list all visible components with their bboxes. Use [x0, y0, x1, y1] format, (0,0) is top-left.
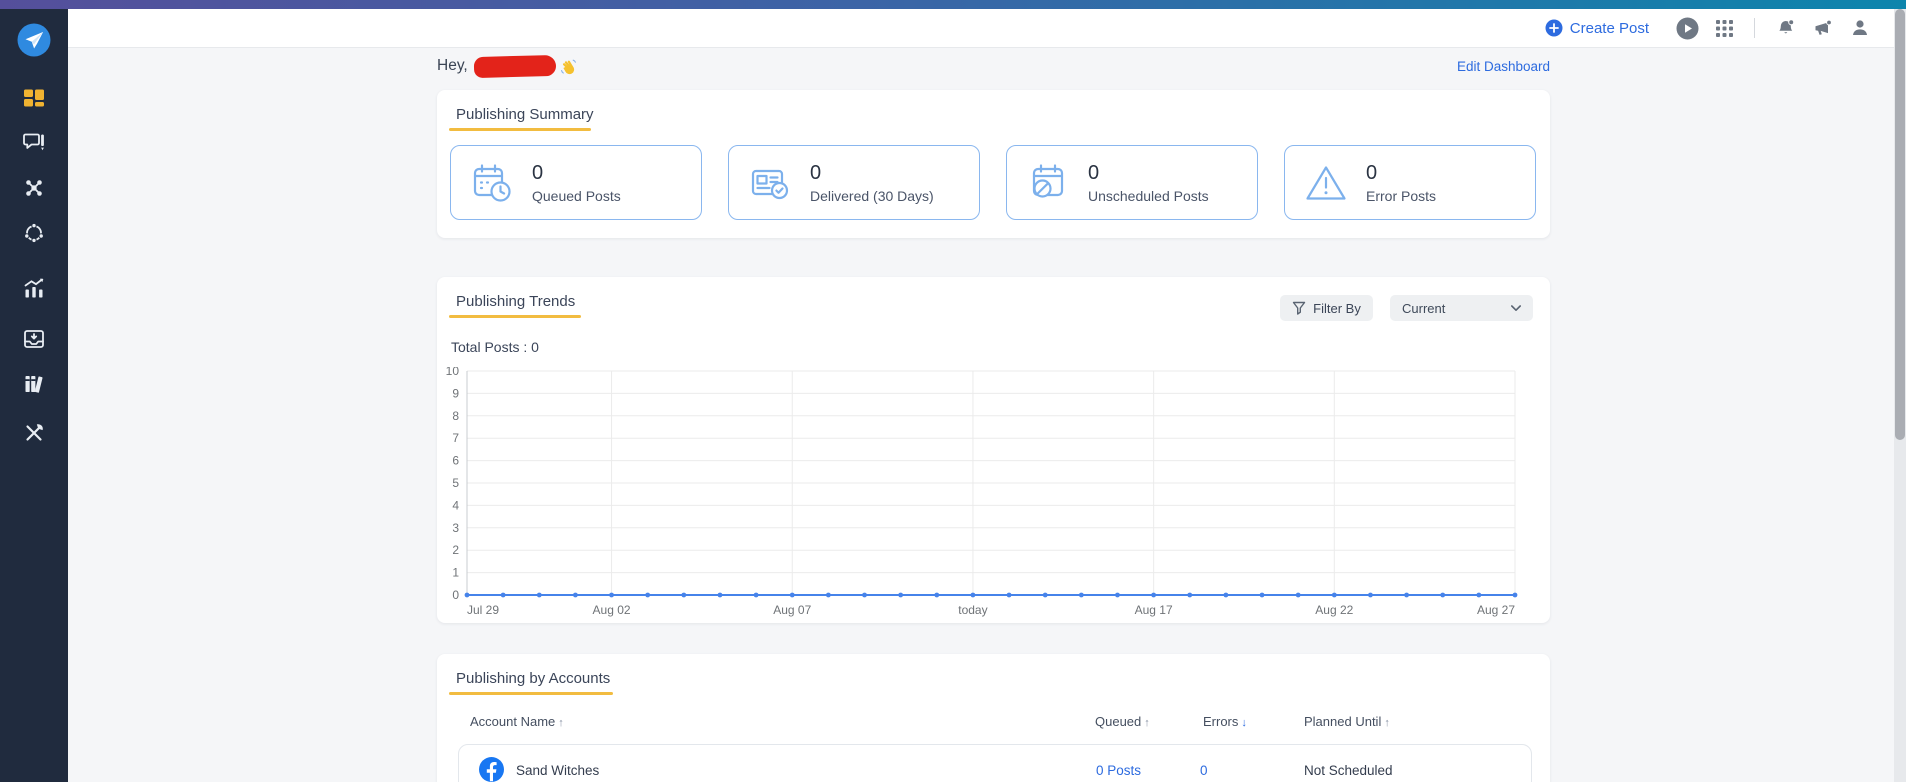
publishing-trends-title: Publishing Trends	[456, 293, 575, 310]
dashboard-grid-icon[interactable]	[17, 81, 51, 115]
svg-text:Aug 22: Aug 22	[1315, 603, 1353, 617]
publishing-summary-card: Publishing Summary 0 Queued Posts 0 Deli…	[437, 90, 1550, 238]
period-value: Current	[1402, 301, 1445, 316]
inbox-icon[interactable]	[17, 322, 51, 356]
account-table-row: Sand Witches 0 Posts 0 Not Scheduled	[458, 744, 1532, 782]
app-header: Create Post	[68, 9, 1906, 48]
sort-asc-icon: ↑	[1144, 717, 1150, 729]
svg-text:5: 5	[452, 476, 459, 490]
trends-line-chart: 0 1 2 3 4 5 6 7 8 9 10 Jul 29 Aug 02 Aug 07 today Aug 1…	[437, 367, 1550, 623]
summary-stat-card[interactable]: 0 Unscheduled Posts	[1006, 145, 1258, 220]
warning-triangle-icon	[1304, 161, 1348, 205]
tools-icon[interactable]	[17, 416, 51, 450]
stat-value: 0	[810, 162, 934, 184]
svg-text:0: 0	[452, 588, 459, 602]
column-header-errors[interactable]: Errors↓	[1203, 714, 1247, 729]
create-post-label: Create Post	[1570, 20, 1649, 37]
title-underline	[449, 128, 591, 131]
total-posts-label: Total Posts : 0	[451, 339, 539, 355]
stat-value: 0	[1366, 162, 1436, 184]
svg-text:Aug 02: Aug 02	[593, 603, 631, 617]
sidebar	[0, 9, 68, 782]
svg-text:Aug 17: Aug 17	[1135, 603, 1173, 617]
title-underline	[449, 315, 581, 318]
planned-until-value: Not Scheduled	[1304, 763, 1393, 778]
stat-label: Unscheduled Posts	[1088, 188, 1209, 204]
sort-asc-icon: ↑	[1384, 717, 1390, 729]
accounts-rows: Sand Witches 0 Posts 0 Not Scheduled	[458, 744, 1532, 782]
summary-stat-card[interactable]: 0 Queued Posts	[450, 145, 702, 220]
greeting-text: Hey,	[437, 57, 468, 75]
bell-icon[interactable]	[1776, 18, 1796, 38]
greeting-row: Hey, Edit Dashboard	[437, 53, 1550, 79]
publishing-summary-title: Publishing Summary	[456, 106, 594, 123]
top-gradient-bar	[0, 0, 1906, 9]
column-header-account-name[interactable]: Account Name↑	[470, 714, 564, 729]
sort-desc-icon: ↓	[1241, 717, 1247, 729]
main-content: Hey, Edit Dashboard Publishing Summary 0…	[68, 48, 1894, 782]
stat-value: 0	[1088, 162, 1209, 184]
summary-stat-card[interactable]: 0 Delivered (30 Days)	[728, 145, 980, 220]
create-post-button[interactable]: Create Post	[1545, 19, 1649, 37]
svg-text:Jul 29: Jul 29	[467, 603, 499, 617]
svg-text:today: today	[958, 603, 987, 617]
errors-link[interactable]: 0	[1200, 763, 1208, 778]
svg-text:6: 6	[452, 454, 459, 468]
stat-value: 0	[532, 162, 621, 184]
calendar-cancel-icon	[1026, 161, 1070, 205]
stat-label: Queued Posts	[532, 188, 621, 204]
apps-grid-icon[interactable]	[1716, 20, 1733, 37]
redacted-username	[473, 54, 556, 77]
books-icon[interactable]	[17, 367, 51, 401]
column-header-queued[interactable]: Queued↑	[1095, 714, 1150, 729]
svg-text:10: 10	[446, 367, 460, 378]
stat-label: Error Posts	[1366, 188, 1436, 204]
svg-text:2: 2	[452, 543, 459, 557]
publishing-by-accounts-card: Publishing by Accounts Account Name↑ Que…	[437, 654, 1550, 782]
svg-text:8: 8	[452, 409, 459, 423]
chart-growth-icon[interactable]	[17, 271, 51, 305]
column-header-planned-until[interactable]: Planned Until↑	[1304, 714, 1390, 729]
title-underline	[449, 692, 613, 695]
account-name: Sand Witches	[516, 763, 599, 778]
header-divider	[1754, 18, 1755, 38]
circle-nodes-icon[interactable]	[17, 216, 51, 250]
greeting: Hey,	[437, 56, 577, 77]
funnel-icon	[1292, 301, 1306, 315]
svg-text:Aug 27: Aug 27	[1477, 603, 1515, 617]
edit-dashboard-link[interactable]: Edit Dashboard	[1457, 59, 1550, 74]
stat-label: Delivered (30 Days)	[810, 188, 934, 204]
play-circle-icon[interactable]	[1676, 17, 1699, 40]
summary-stat-card[interactable]: 0 Error Posts	[1284, 145, 1536, 220]
chevron-down-icon	[1509, 301, 1523, 315]
svg-text:4: 4	[452, 498, 459, 512]
summary-stats-row: 0 Queued Posts 0 Delivered (30 Days) 0 U…	[450, 145, 1540, 220]
filter-by-button[interactable]: Filter By	[1280, 295, 1373, 321]
wave-emoji-icon	[560, 58, 577, 75]
period-dropdown[interactable]: Current	[1390, 295, 1533, 321]
share-nodes-icon[interactable]	[17, 171, 51, 205]
svg-text:3: 3	[452, 521, 459, 535]
sort-asc-icon: ↑	[558, 717, 564, 729]
publishing-by-accounts-title: Publishing by Accounts	[456, 670, 610, 687]
user-icon[interactable]	[1850, 18, 1870, 38]
megaphone-icon[interactable]	[1813, 18, 1833, 38]
send-logo-icon[interactable]	[17, 23, 51, 57]
scrollbar-thumb[interactable]	[1895, 9, 1905, 440]
svg-text:9: 9	[452, 386, 459, 400]
svg-text:1: 1	[452, 566, 459, 580]
calendar-clock-icon	[470, 161, 514, 205]
svg-text:Aug 07: Aug 07	[773, 603, 811, 617]
facebook-icon	[479, 757, 504, 782]
plus-circle-icon	[1545, 19, 1563, 37]
chat-pencil-icon[interactable]	[17, 125, 51, 159]
scrollbar-track[interactable]	[1894, 9, 1906, 782]
filter-by-label: Filter By	[1313, 301, 1361, 316]
publishing-trends-card: Publishing Trends Filter By Current Tota…	[437, 277, 1550, 623]
svg-text:7: 7	[452, 431, 459, 445]
queued-posts-link[interactable]: 0 Posts	[1096, 763, 1141, 778]
news-check-icon	[748, 161, 792, 205]
